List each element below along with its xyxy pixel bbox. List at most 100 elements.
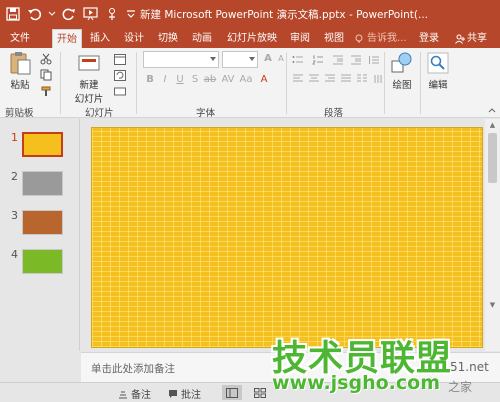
new-slide-button[interactable]: 新建 幻灯片 [70, 51, 108, 105]
paste-button[interactable]: 粘贴 [6, 51, 34, 91]
redo-icon[interactable] [60, 5, 78, 23]
cut-icon[interactable] [38, 52, 54, 66]
align-center-icon[interactable] [306, 72, 322, 86]
save-icon[interactable] [4, 5, 22, 23]
undo-dropdown-icon[interactable] [48, 5, 56, 23]
slide-thumbnail-2[interactable]: 2 [0, 170, 80, 198]
scroll-down-icon[interactable]: ▼ [485, 299, 500, 311]
numbering-icon[interactable] [310, 53, 326, 67]
grow-font-icon[interactable]: A [261, 53, 275, 64]
lightbulb-icon [355, 34, 363, 42]
reset-icon[interactable] [112, 68, 128, 82]
format-painter-icon[interactable] [38, 84, 54, 98]
notes-toggle-button[interactable]: 备注 [118, 386, 151, 401]
bullets-icon[interactable] [290, 53, 306, 67]
underline-icon[interactable]: U [173, 74, 187, 85]
change-case-icon[interactable]: Aa [239, 74, 253, 85]
slide-thumbnail-4[interactable]: 4 [0, 248, 80, 276]
font-name-combo[interactable] [143, 51, 219, 68]
tab-slideshow[interactable]: 幻灯片放映 [224, 29, 280, 48]
copy-icon[interactable] [38, 68, 54, 82]
title-bar: 新建 Microsoft PowerPoint 演示文稿.pptx - Powe… [0, 0, 500, 29]
ribbon-home: 粘贴 剪贴板 新建 幻灯片 幻灯片 A A B I U S ab AV Aa A… [0, 48, 500, 119]
decrease-indent-icon[interactable] [330, 53, 346, 67]
window-title: 新建 Microsoft PowerPoint 演示文稿.pptx - Powe… [140, 9, 429, 21]
font-color-icon[interactable]: A [257, 74, 271, 85]
ribbon-divider [420, 52, 421, 114]
tell-me-label: 告诉我... [367, 33, 407, 44]
slide-number: 2 [11, 170, 18, 183]
tab-review[interactable]: 审阅 [286, 29, 314, 48]
slides-group-label: 幻灯片 [85, 108, 114, 119]
notes-pane[interactable]: 单击此处添加备注 [81, 352, 500, 382]
new-slide-icon [77, 51, 101, 75]
quick-access-toolbar [4, 4, 136, 24]
touch-mode-icon[interactable] [104, 5, 122, 23]
ribbon-divider [286, 52, 287, 114]
scrollbar-thumb[interactable] [488, 133, 497, 183]
scroll-up-icon[interactable]: ▲ [485, 119, 500, 131]
slide-preview [22, 132, 63, 157]
align-left-icon[interactable] [290, 72, 306, 86]
collapse-ribbon-icon[interactable] [484, 103, 500, 117]
search-icon [426, 51, 450, 75]
ribbon-divider [384, 52, 385, 114]
person-icon [455, 34, 465, 44]
slide-thumbnail-1[interactable]: 1 [0, 131, 80, 159]
undo-icon[interactable] [26, 5, 44, 23]
new-slide-label-1: 新建 [79, 80, 99, 91]
comments-button[interactable]: 批注 [168, 386, 201, 401]
tab-transitions[interactable]: 切换 [154, 29, 182, 48]
justify-icon[interactable] [338, 72, 354, 86]
comments-label: 批注 [181, 390, 201, 401]
share-button[interactable]: 共享 [448, 29, 494, 48]
normal-view-icon[interactable] [222, 385, 242, 400]
slide-sorter-icon[interactable] [250, 385, 270, 400]
new-slide-label-2: 幻灯片 [74, 94, 104, 105]
tell-me-box[interactable]: 告诉我... [354, 29, 407, 48]
slide-preview [22, 210, 63, 235]
font-size-combo[interactable] [222, 51, 258, 68]
slide-preview [22, 171, 63, 196]
login-button[interactable]: 登录 [416, 29, 442, 48]
ribbon-tabs: 文件 开始 插入 设计 切换 动画 幻灯片放映 审阅 视图 告诉我... 登录 … [0, 29, 500, 48]
tab-view[interactable]: 视图 [320, 29, 348, 48]
notes-toggle-label: 备注 [131, 390, 151, 401]
slide-number: 1 [11, 131, 18, 144]
slide-thumbnail-pane: 1 2 3 4 [0, 119, 80, 351]
align-right-icon[interactable] [322, 72, 338, 86]
start-from-beginning-icon[interactable] [82, 5, 100, 23]
line-spacing-icon[interactable] [366, 53, 382, 67]
slide-number: 3 [11, 209, 18, 222]
slide-thumbnail-3[interactable]: 3 [0, 209, 80, 237]
char-spacing-icon[interactable]: AV [221, 74, 235, 85]
drawing-button[interactable]: 绘图 [388, 51, 416, 91]
ribbon-divider [60, 52, 61, 114]
tab-animations[interactable]: 动画 [188, 29, 216, 48]
layout-icon[interactable] [112, 52, 128, 66]
status-bar: 备注 批注 [0, 382, 500, 402]
italic-icon[interactable]: I [158, 74, 172, 85]
strikethrough-icon[interactable]: ab [203, 74, 217, 85]
tab-home[interactable]: 开始 [52, 29, 82, 48]
customize-qat-icon[interactable] [126, 5, 136, 23]
shadow-icon[interactable]: S [188, 74, 202, 85]
ribbon-divider [136, 52, 137, 114]
tab-insert[interactable]: 插入 [86, 29, 114, 48]
slide-canvas[interactable] [91, 127, 483, 348]
slide-number: 4 [11, 248, 18, 261]
clipboard-icon [8, 51, 32, 75]
tab-file[interactable]: 文件 [6, 29, 34, 48]
columns-icon[interactable] [354, 72, 370, 86]
clipboard-group-label: 剪贴板 [5, 108, 34, 119]
drawing-label: 绘图 [392, 80, 412, 91]
vertical-scrollbar[interactable]: ▲ ▼ [485, 119, 500, 351]
bold-icon[interactable]: B [143, 74, 157, 85]
paragraph-group-label: 段落 [324, 108, 344, 119]
shapes-icon [390, 51, 414, 75]
section-icon[interactable] [112, 84, 128, 98]
increase-indent-icon[interactable] [348, 53, 364, 67]
editing-button[interactable]: 编辑 [424, 51, 452, 91]
editing-label: 编辑 [428, 80, 448, 91]
tab-design[interactable]: 设计 [120, 29, 148, 48]
